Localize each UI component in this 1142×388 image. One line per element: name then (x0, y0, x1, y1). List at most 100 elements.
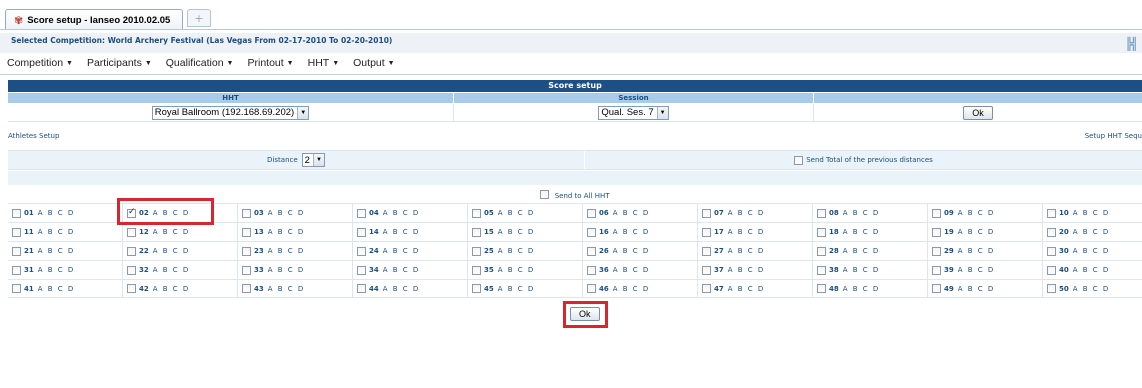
menu-hht[interactable]: HHT ▼ (308, 57, 340, 73)
target-number: 09 (944, 209, 954, 217)
target-checkbox-07[interactable] (702, 208, 711, 218)
target-letters: A B C D (727, 284, 765, 293)
target-number: 24 (369, 247, 379, 255)
target-checkbox-23[interactable] (242, 246, 251, 256)
target-checkbox-13[interactable] (242, 227, 251, 237)
target-checkbox-36[interactable] (587, 265, 596, 275)
target-checkbox-05[interactable] (472, 208, 481, 218)
target-letters: A B C D (1072, 228, 1110, 236)
target-letters: A B C D (497, 247, 535, 255)
menu-output[interactable]: Output ▼ (353, 57, 394, 73)
target-checkbox-12[interactable] (127, 227, 136, 237)
ok-button-top[interactable]: Ok (963, 105, 993, 120)
target-number: 41 (24, 284, 34, 293)
target-number: 36 (599, 266, 609, 274)
tab-score-setup[interactable]: ✾ Score setup - Ianseo 2010.02.05 (5, 9, 183, 30)
target-checkbox-49[interactable] (932, 284, 941, 293)
target-checkbox-16[interactable] (587, 227, 596, 237)
menu-participants[interactable]: Participants ▼ (87, 57, 152, 73)
setup-hht-sequence-link[interactable]: Setup HHT Sequ (1085, 132, 1142, 140)
target-checkbox-08[interactable] (817, 208, 826, 218)
target-checkbox-42[interactable] (127, 284, 136, 293)
target-checkbox-47[interactable] (702, 284, 711, 293)
new-tab-button[interactable]: + (187, 9, 211, 27)
target-checkbox-04[interactable] (357, 208, 366, 218)
target-letters: A B C D (152, 284, 190, 293)
target-letters: A B C D (382, 228, 420, 236)
target-checkbox-48[interactable] (817, 284, 826, 293)
target-checkbox-18[interactable] (817, 227, 826, 237)
target-checkbox-17[interactable] (702, 227, 711, 237)
target-checkbox-09[interactable] (932, 208, 941, 218)
menu-competition[interactable]: Competition ▼ (7, 57, 73, 73)
target-checkbox-19[interactable] (932, 227, 941, 237)
tab-divider (0, 29, 1142, 30)
target-checkbox-01[interactable] (12, 208, 21, 218)
competition-header: Selected Competition: World Archery Fest… (0, 33, 1142, 53)
target-cell-14: 14 A B C D (353, 223, 468, 241)
target-checkbox-38[interactable] (817, 265, 826, 275)
target-cell-36: 36 A B C D (583, 261, 698, 279)
target-checkbox-46[interactable] (587, 284, 596, 293)
send-total-checkbox[interactable] (794, 155, 804, 165)
target-checkbox-35[interactable] (472, 265, 481, 275)
target-letters: A B C D (842, 228, 880, 236)
target-checkbox-45[interactable] (472, 284, 481, 293)
target-number: 03 (254, 209, 264, 217)
target-checkbox-37[interactable] (702, 265, 711, 275)
target-checkbox-14[interactable] (357, 227, 366, 237)
menu-label: Output (353, 57, 385, 69)
target-checkbox-33[interactable] (242, 265, 251, 275)
target-checkbox-41[interactable] (12, 284, 21, 293)
tab-strip: ✾ Score setup - Ianseo 2010.02.05 + (0, 0, 1142, 30)
target-checkbox-39[interactable] (932, 265, 941, 275)
target-cell-31: 31 A B C D (8, 261, 123, 279)
target-checkbox-21[interactable] (12, 246, 21, 256)
target-number: 39 (944, 266, 954, 274)
target-checkbox-22[interactable] (127, 246, 136, 256)
target-number: 27 (714, 247, 724, 255)
target-checkbox-44[interactable] (357, 284, 366, 293)
target-checkbox-34[interactable] (357, 265, 366, 275)
target-number: 31 (24, 266, 34, 274)
target-letters: A B C D (37, 266, 75, 274)
send-all-label: Send to All HHT (554, 192, 610, 200)
target-cell-42: 42 A B C D (123, 280, 238, 297)
target-checkbox-24[interactable] (357, 246, 366, 256)
target-checkbox-29[interactable] (932, 246, 941, 256)
send-all-checkbox[interactable] (540, 190, 550, 199)
target-checkbox-40[interactable] (1047, 265, 1056, 275)
target-checkbox-20[interactable] (1047, 227, 1056, 237)
ok-cell: Ok (814, 104, 1142, 121)
target-letters: A B C D (842, 284, 880, 293)
target-letters: A B C D (382, 266, 420, 274)
target-checkbox-25[interactable] (472, 246, 481, 256)
target-number: 19 (944, 228, 954, 236)
target-checkbox-15[interactable] (472, 227, 481, 237)
target-checkbox-32[interactable] (127, 265, 136, 275)
target-checkbox-10[interactable] (1047, 208, 1056, 218)
hht-select[interactable]: Royal Ballroom (192.168.69.202) ▼ (151, 105, 310, 120)
target-checkbox-43[interactable] (242, 284, 251, 293)
col-session: Session (454, 93, 814, 103)
target-checkbox-27[interactable] (702, 246, 711, 256)
target-checkbox-28[interactable] (817, 246, 826, 256)
target-checkbox-50[interactable] (1047, 284, 1056, 293)
target-checkbox-03[interactable] (242, 208, 251, 218)
target-number: 40 (1059, 266, 1069, 274)
target-number: 35 (484, 266, 494, 274)
target-checkbox-06[interactable] (587, 208, 596, 218)
target-checkbox-30[interactable] (1047, 246, 1056, 256)
menu-qualification[interactable]: Qualification ▼ (166, 57, 234, 73)
athletes-setup-link[interactable]: Athletes Setup (8, 132, 59, 140)
target-cell-32: 32 A B C D (123, 261, 238, 279)
menu-printout[interactable]: Printout ▼ (247, 57, 293, 73)
target-letters: A B C D (267, 284, 305, 293)
distance-select[interactable]: 2 ▼ (301, 153, 325, 167)
target-checkbox-11[interactable] (12, 227, 21, 237)
target-number: 23 (254, 247, 264, 255)
session-select[interactable]: Qual. Ses. 7 ▼ (598, 105, 669, 120)
target-letters: A B C D (37, 228, 75, 236)
target-checkbox-31[interactable] (12, 265, 21, 275)
target-checkbox-26[interactable] (587, 246, 596, 256)
